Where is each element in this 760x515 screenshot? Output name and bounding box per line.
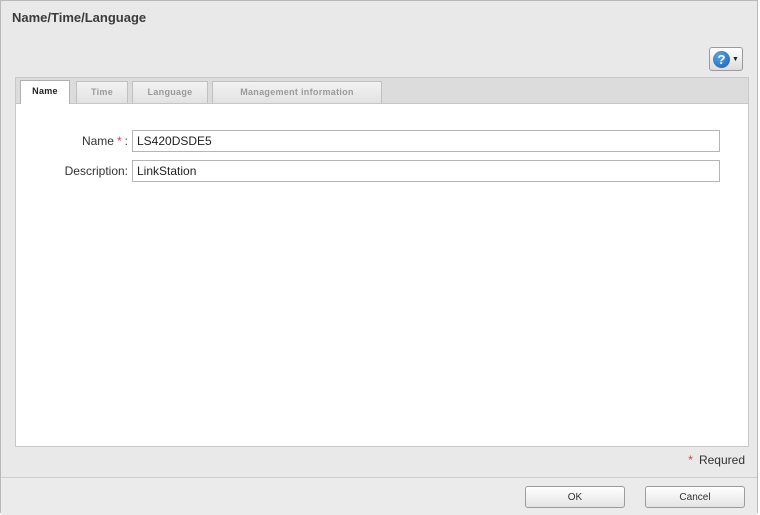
cancel-button[interactable]: Cancel <box>645 486 745 508</box>
required-star: * <box>116 134 122 148</box>
required-note-star: * <box>688 453 693 467</box>
description-input[interactable] <box>132 160 720 182</box>
name-label-colon: : <box>124 134 128 148</box>
tab-panel: Name Time Language Management informatio… <box>15 77 749 447</box>
dropdown-caret-icon: ▼ <box>732 55 739 63</box>
name-row: Name *: <box>16 130 748 152</box>
name-input[interactable] <box>132 130 720 152</box>
ok-button[interactable]: OK <box>525 486 625 508</box>
description-row: Description: <box>16 160 748 182</box>
tab-management-information[interactable]: Management information <box>212 81 382 103</box>
required-note: * Requred <box>688 451 745 469</box>
description-label: Description: <box>64 164 128 178</box>
tab-name[interactable]: Name <box>20 80 70 104</box>
help-icon: ? <box>713 50 731 68</box>
name-time-language-dialog: Name/Time/Language ? ▼ Name Time Languag… <box>0 0 758 515</box>
tab-strip: Name Time Language Management informatio… <box>16 78 748 104</box>
help-button[interactable]: ? ▼ <box>709 47 743 71</box>
name-label-text: Name <box>81 134 114 148</box>
required-note-text: Requred <box>698 453 745 467</box>
dialog-footer: OK Cancel <box>1 477 757 515</box>
tab-language[interactable]: Language <box>132 81 208 103</box>
dialog-title: Name/Time/Language <box>12 10 147 25</box>
tab-time[interactable]: Time <box>76 81 128 103</box>
name-label: Name *: <box>82 130 128 152</box>
